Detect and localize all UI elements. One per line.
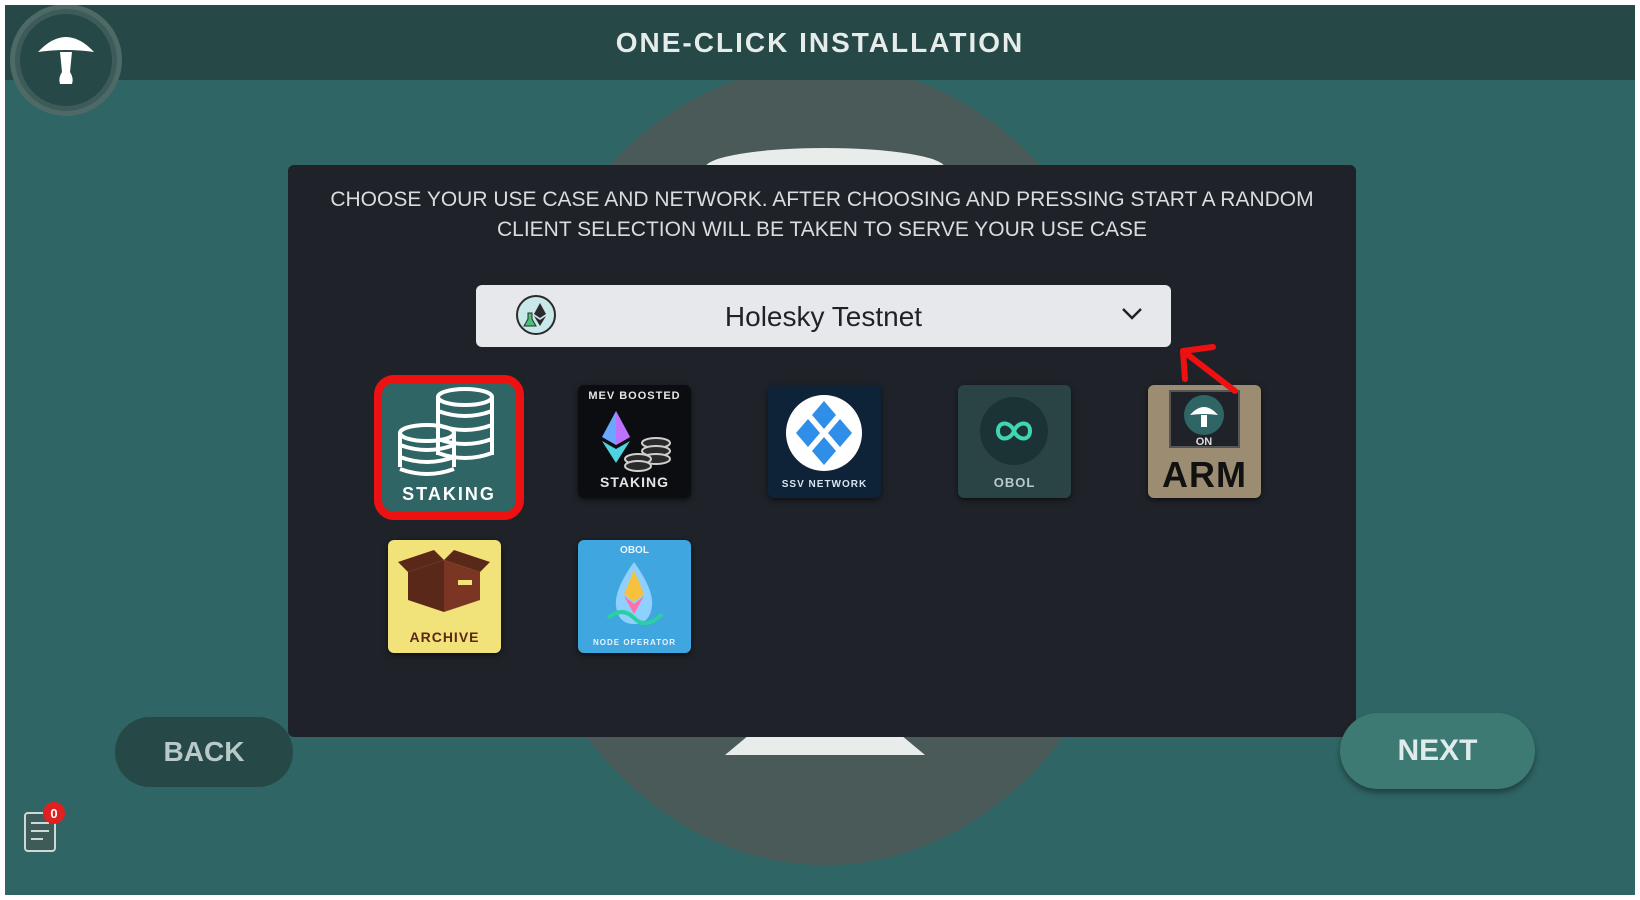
mev-top-label: MEV BOOSTED <box>588 390 681 402</box>
use-case-panel: CHOOSE YOUR USE CASE AND NETWORK. AFTER … <box>288 165 1356 737</box>
use-case-obol-node-operator[interactable]: OBOL NODE OPERATOR <box>578 540 691 653</box>
notification-badge: 0 <box>43 802 65 824</box>
instruction-text: CHOOSE YOUR USE CASE AND NETWORK. AFTER … <box>330 188 1314 241</box>
arm-label: ARM <box>1162 454 1247 495</box>
page-title: ONE-CLICK INSTALLATION <box>615 27 1025 58</box>
network-dropdown[interactable]: Holesky Testnet <box>476 285 1171 347</box>
ssv-label: SSV NETWORK <box>781 479 868 490</box>
ssv-logo-icon <box>786 395 862 471</box>
archive-label: ARCHIVE <box>409 629 480 645</box>
header-bar: ONE-CLICK INSTALLATION <box>5 5 1635 80</box>
mev-label: STAKING <box>600 474 669 490</box>
obol-label: OBOL <box>993 475 1036 490</box>
chevron-down-icon <box>1122 308 1142 320</box>
box-icon <box>398 550 490 612</box>
use-case-obol[interactable]: OBOL <box>958 385 1071 498</box>
annotation-arrow-icon <box>1180 344 1238 394</box>
network-selected-value: Holesky Testnet <box>724 301 923 332</box>
next-button[interactable]: NEXT <box>1340 713 1535 789</box>
app-window: ONE-CLICK INSTALLATION CHOOSE YOUR USE C… <box>5 5 1635 895</box>
mushroom-logo-icon <box>38 37 94 84</box>
use-case-mev-boosted-staking[interactable]: MEV BOOSTED STAKING <box>578 385 691 498</box>
obol-node-label: NODE OPERATOR <box>593 638 676 647</box>
arm-small-label: ON <box>1196 436 1213 448</box>
drop-icon <box>606 562 664 626</box>
use-case-staking[interactable]: STAKING <box>374 375 524 520</box>
ethereum-coins-icon <box>602 411 671 472</box>
background-bottom-cap <box>725 735 925 755</box>
use-case-archive[interactable]: ARCHIVE <box>388 540 501 653</box>
obol-loop-icon <box>980 397 1048 465</box>
back-button[interactable]: BACK <box>115 717 293 787</box>
use-case-ssv-network[interactable]: SSV NETWORK <box>768 385 881 498</box>
coin-stack-icon <box>398 387 494 476</box>
staking-label: STAKING <box>402 484 496 504</box>
logo-button[interactable] <box>15 9 117 111</box>
